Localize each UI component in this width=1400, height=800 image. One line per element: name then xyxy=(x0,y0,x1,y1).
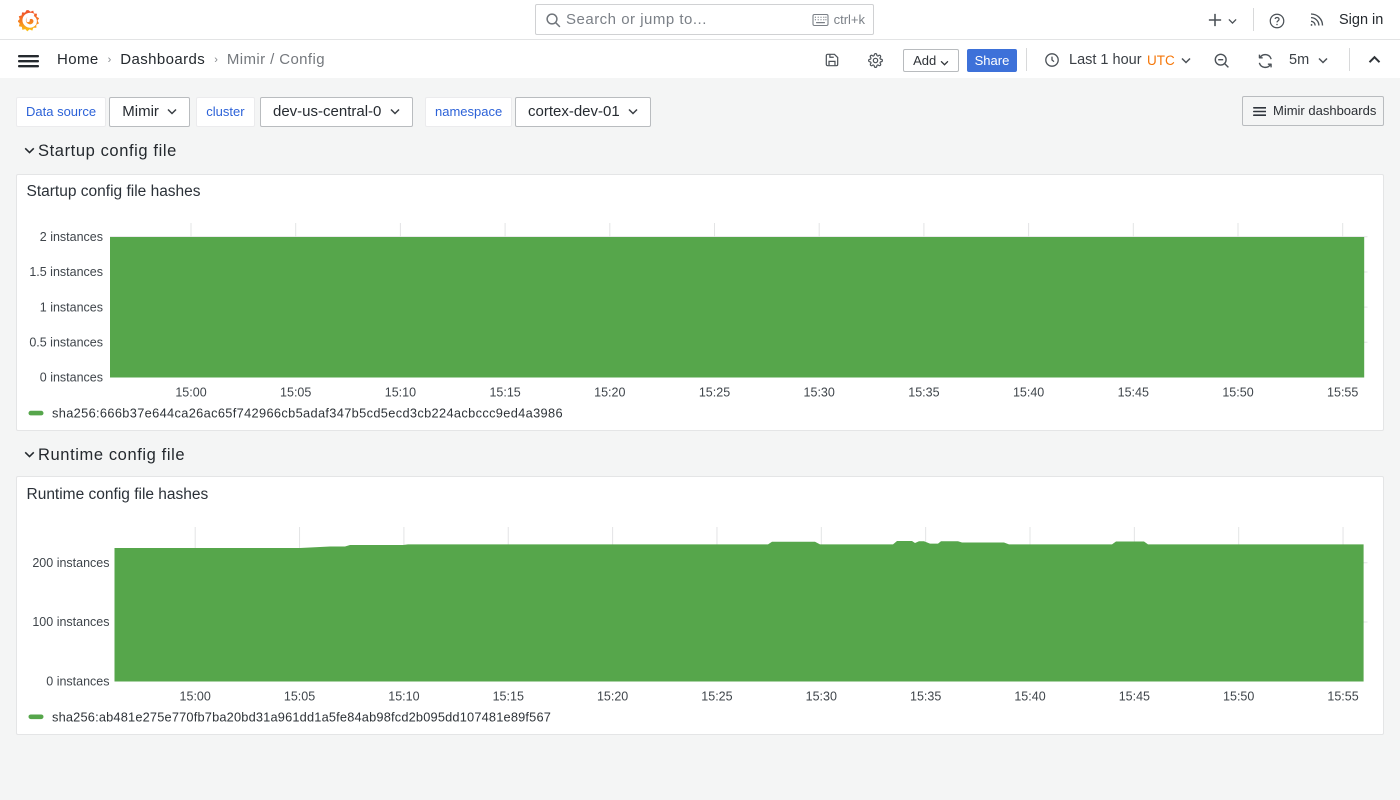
svg-text:15:50: 15:50 xyxy=(1222,386,1253,400)
svg-text:15:45: 15:45 xyxy=(1119,690,1150,704)
svg-text:15:30: 15:30 xyxy=(806,690,837,704)
svg-text:15:10: 15:10 xyxy=(385,386,416,400)
svg-text:15:00: 15:00 xyxy=(180,690,211,704)
svg-text:15:05: 15:05 xyxy=(280,386,311,400)
svg-text:15:35: 15:35 xyxy=(908,386,939,400)
svg-text:1 instances: 1 instances xyxy=(40,300,103,314)
svg-text:15:40: 15:40 xyxy=(1014,690,1045,704)
svg-text:15:45: 15:45 xyxy=(1118,386,1149,400)
svg-text:15:10: 15:10 xyxy=(388,690,419,704)
svg-text:15:55: 15:55 xyxy=(1327,386,1358,400)
svg-text:15:35: 15:35 xyxy=(910,690,941,704)
svg-text:0.5 instances: 0.5 instances xyxy=(29,335,103,349)
svg-text:15:55: 15:55 xyxy=(1327,690,1358,704)
svg-text:15:40: 15:40 xyxy=(1013,386,1044,400)
svg-text:15:20: 15:20 xyxy=(597,690,628,704)
svg-text:200 instances: 200 instances xyxy=(32,556,109,570)
svg-text:15:15: 15:15 xyxy=(489,386,520,400)
svg-text:2 instances: 2 instances xyxy=(40,230,103,244)
svg-text:15:50: 15:50 xyxy=(1223,690,1254,704)
svg-text:0 instances: 0 instances xyxy=(46,675,109,689)
svg-text:sha256:666b37e644ca26ac65f7429: sha256:666b37e644ca26ac65f742966cb5adaf3… xyxy=(52,406,563,421)
svg-text:100 instances: 100 instances xyxy=(32,615,109,629)
svg-text:15:25: 15:25 xyxy=(701,690,732,704)
svg-text:sha256:ab481e275e770fb7ba20bd3: sha256:ab481e275e770fb7ba20bd31a961dd1a5… xyxy=(52,709,551,724)
svg-text:15:05: 15:05 xyxy=(284,690,315,704)
svg-text:0 instances: 0 instances xyxy=(40,371,103,385)
svg-text:15:25: 15:25 xyxy=(699,386,730,400)
svg-text:15:00: 15:00 xyxy=(175,386,206,400)
svg-text:1.5 instances: 1.5 instances xyxy=(29,265,103,279)
svg-text:15:15: 15:15 xyxy=(493,690,524,704)
svg-text:15:20: 15:20 xyxy=(594,386,625,400)
svg-text:15:30: 15:30 xyxy=(804,386,835,400)
